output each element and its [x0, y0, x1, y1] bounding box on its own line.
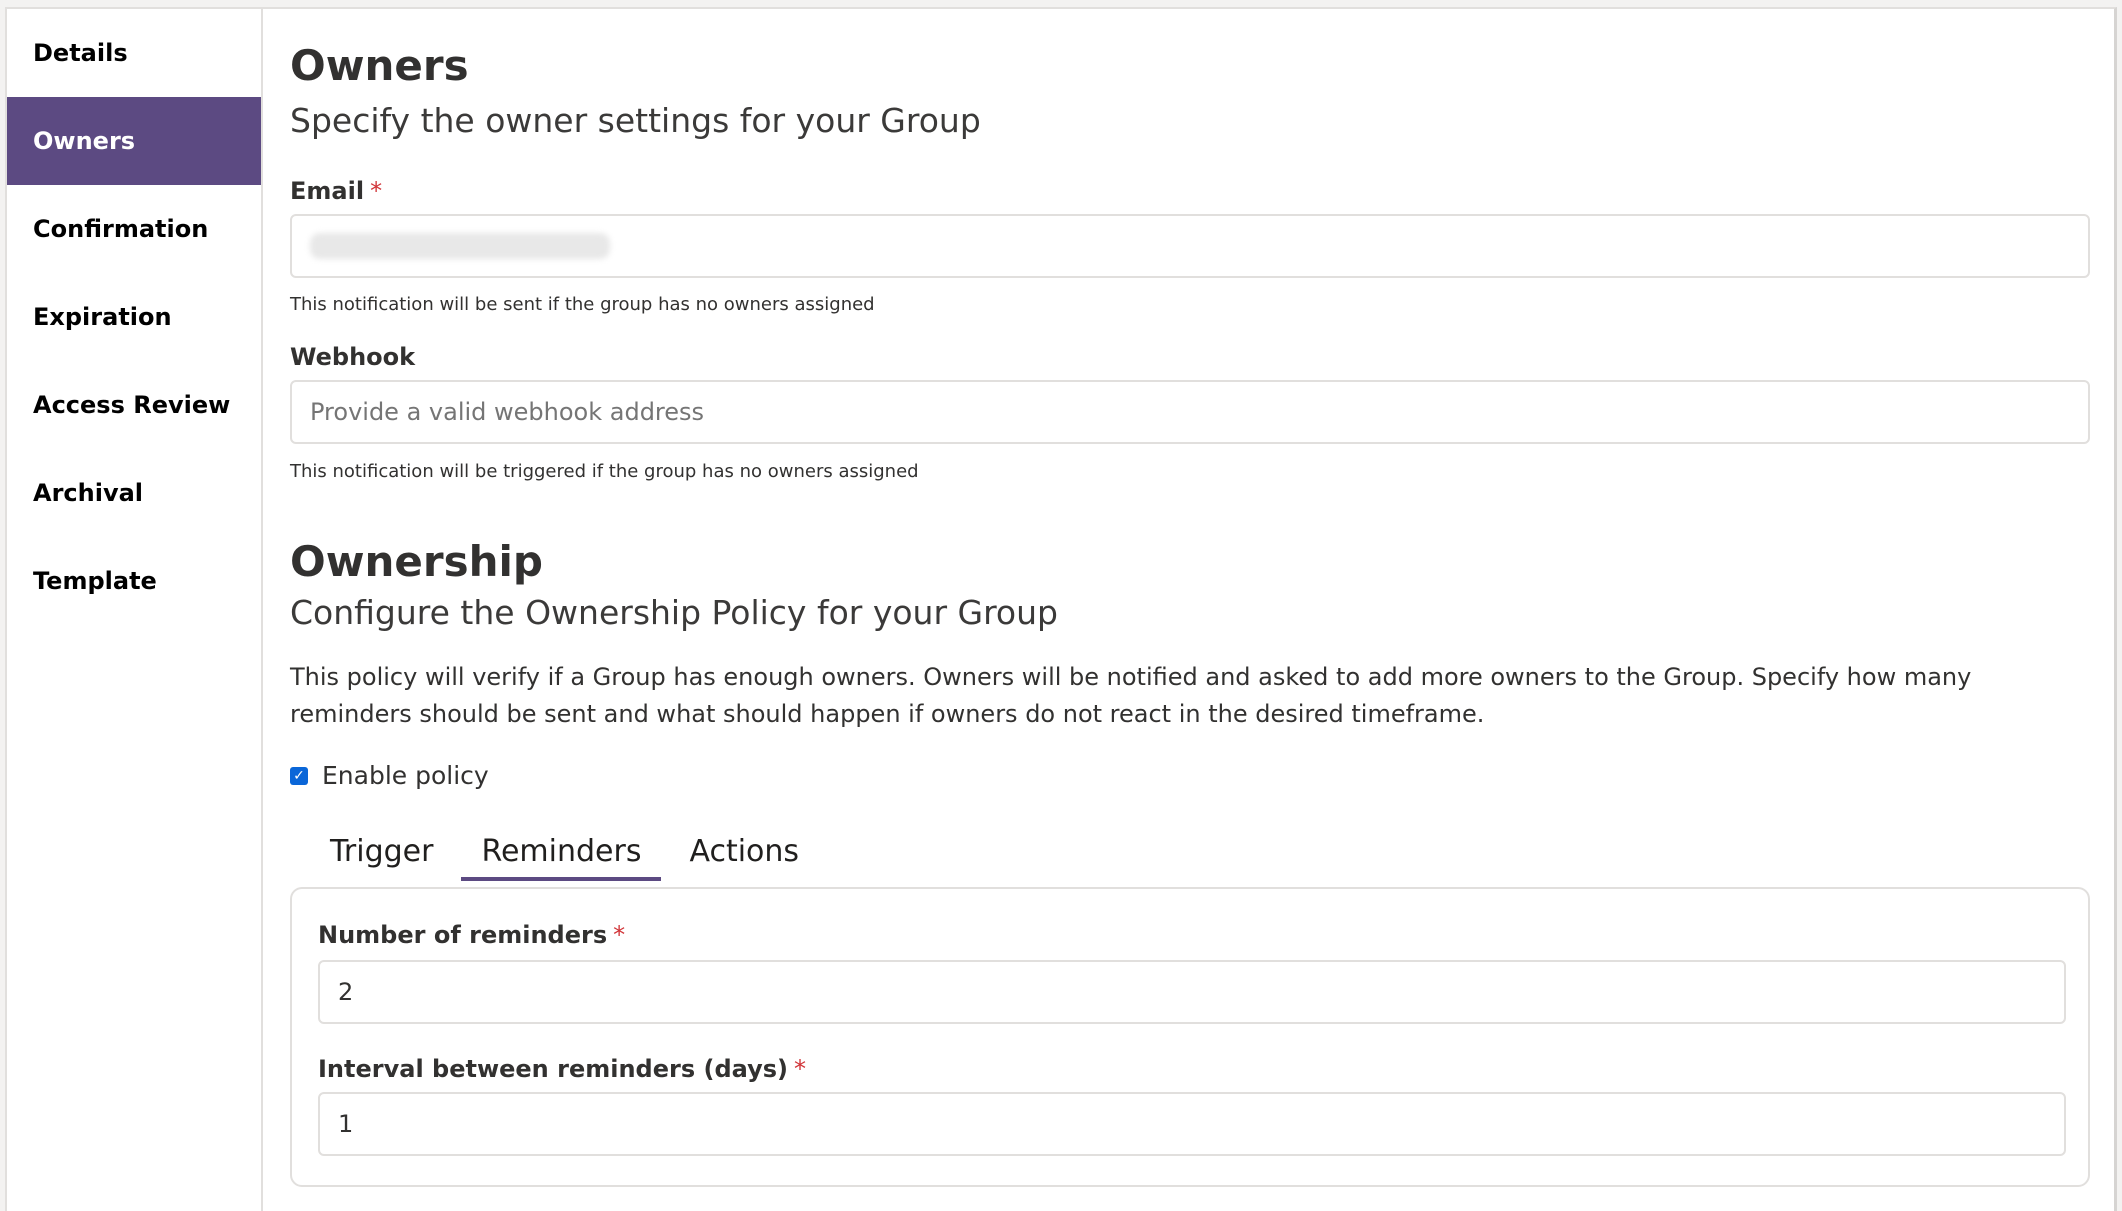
sidebar-item-template[interactable]: Template [7, 537, 261, 625]
email-value-redacted [310, 233, 610, 259]
webhook-label: Webhook [290, 343, 416, 371]
reminders-count-label-text: Number of reminders [318, 921, 608, 949]
tab-trigger[interactable]: Trigger [310, 825, 453, 881]
ownership-subtitle: Configure the Ownership Policy for your … [290, 593, 1058, 632]
sidebar-nav: Details Owners Confirmation Expiration A… [7, 9, 263, 1211]
reminders-interval-label-text: Interval between reminders (days) [318, 1055, 788, 1083]
tab-actions[interactable]: Actions [669, 825, 819, 881]
enable-policy-label: Enable policy [322, 761, 489, 790]
sidebar-item-access-review[interactable]: Access Review [7, 361, 261, 449]
enable-policy-checkbox[interactable]: ✓ [290, 766, 308, 785]
ownership-title: Ownership [290, 537, 543, 586]
sidebar-item-expiration[interactable]: Expiration [7, 273, 261, 361]
webhook-hint: This notification will be triggered if t… [290, 461, 919, 482]
reminders-interval-label: Interval between reminders (days) * [318, 1055, 806, 1083]
required-mark: * [613, 921, 626, 949]
enable-policy-row[interactable]: ✓ Enable policy [290, 761, 489, 790]
owners-subtitle: Specify the owner settings for your Grou… [290, 101, 981, 140]
tab-reminders[interactable]: Reminders [461, 825, 662, 881]
sidebar-item-archival[interactable]: Archival [7, 449, 261, 537]
email-input[interactable] [290, 214, 2090, 278]
owners-title: Owners [290, 41, 469, 90]
webhook-input[interactable] [290, 380, 2090, 444]
email-hint: This notification will be sent if the gr… [290, 294, 875, 315]
sidebar-item-confirmation[interactable]: Confirmation [7, 185, 261, 273]
reminders-panel: Number of reminders* Interval between re… [290, 887, 2090, 1187]
required-mark: * [370, 177, 383, 205]
reminders-count-label: Number of reminders * [318, 921, 625, 949]
sidebar-item-owners[interactable]: Owners [7, 97, 261, 185]
required-mark: * [794, 1055, 806, 1083]
email-label-text: Email [290, 177, 365, 205]
reminders-interval-input[interactable] [318, 1092, 2066, 1156]
settings-card: Details Owners Confirmation Expiration A… [5, 7, 2117, 1211]
sidebar-item-details[interactable]: Details [7, 9, 261, 97]
email-label: Email * [290, 177, 382, 205]
ownership-description: This policy will verify if a Group has e… [290, 663, 1972, 728]
reminders-count-input[interactable] [318, 960, 2066, 1024]
policy-tabs: Trigger Reminders Actions [310, 825, 827, 881]
